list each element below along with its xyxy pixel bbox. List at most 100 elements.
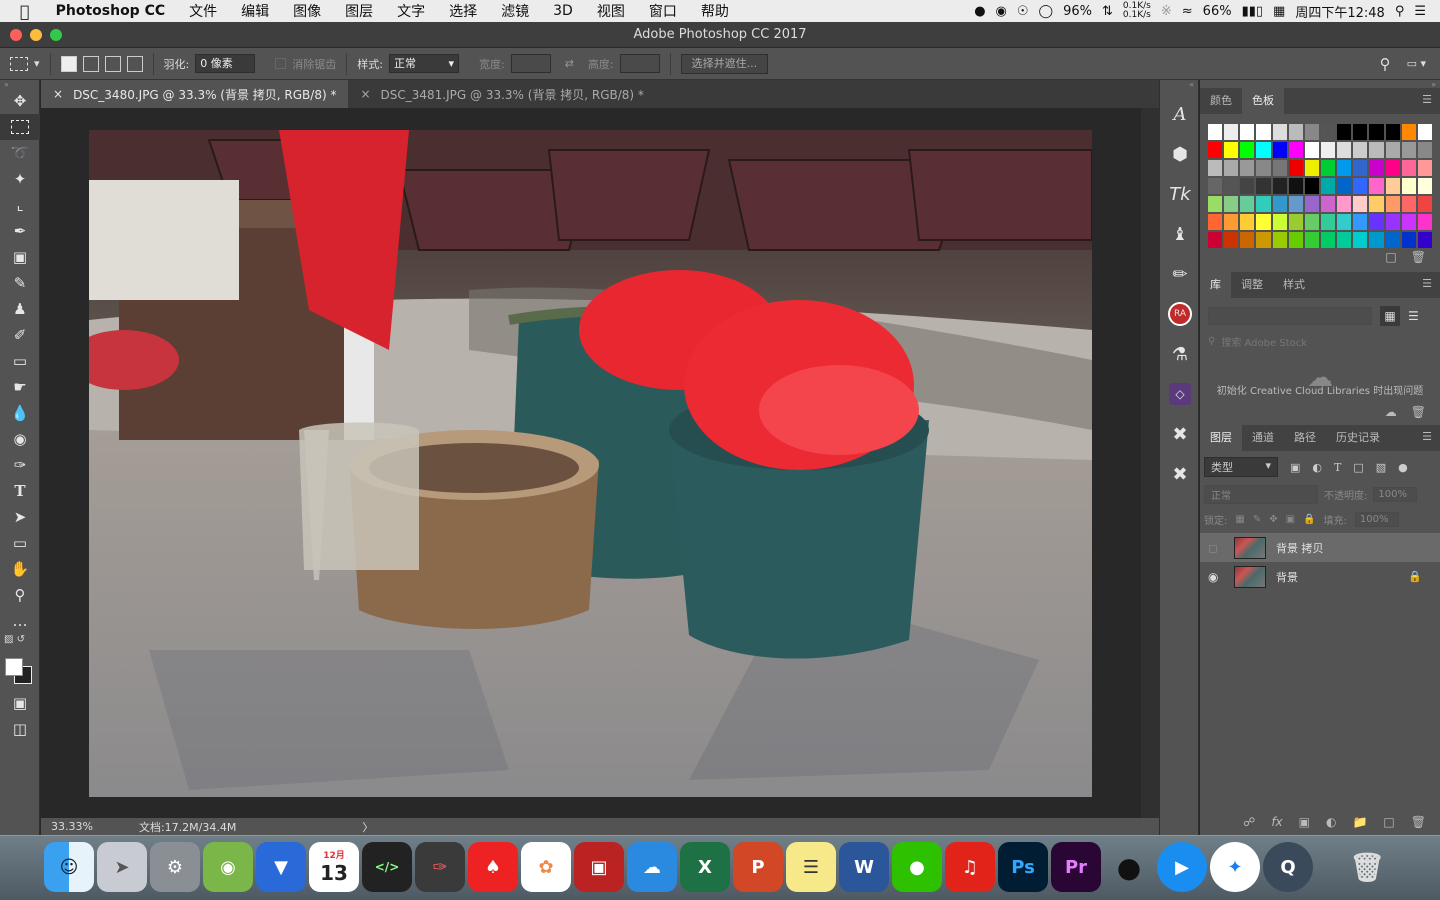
battery-percent[interactable]: 96% bbox=[1063, 4, 1092, 19]
ra-plugin-icon[interactable]: RA bbox=[1160, 294, 1200, 334]
swatch[interactable] bbox=[1304, 142, 1319, 158]
swatch[interactable] bbox=[1256, 232, 1271, 248]
swatch[interactable] bbox=[1288, 124, 1303, 140]
trash-icon[interactable]: 🗑 bbox=[1411, 250, 1426, 270]
swatch[interactable] bbox=[1256, 214, 1271, 230]
menu-type[interactable]: 文字 bbox=[385, 1, 437, 21]
swatch[interactable] bbox=[1288, 232, 1303, 248]
tab-libraries[interactable]: 库 bbox=[1200, 272, 1231, 298]
clone-source-icon[interactable]: ♝ bbox=[1160, 214, 1200, 254]
new-group-icon[interactable]: 📁 bbox=[1352, 815, 1367, 835]
swatch[interactable] bbox=[1353, 196, 1368, 212]
apple-menu-icon[interactable]:  bbox=[0, 2, 44, 21]
scissors-alt-icon[interactable]: ✖ bbox=[1160, 454, 1200, 494]
history-brush-tool-icon[interactable]: ✐ bbox=[0, 322, 40, 348]
healing-brush-tool-icon[interactable]: ▣ bbox=[0, 244, 40, 270]
swatch[interactable] bbox=[1256, 142, 1271, 158]
lock-position-icon[interactable]: ✥ bbox=[1269, 514, 1277, 525]
swatch[interactable] bbox=[1385, 214, 1400, 230]
android-icon[interactable]: ◉ bbox=[203, 842, 253, 892]
swatch[interactable] bbox=[1337, 142, 1352, 158]
wechat-icon[interactable]: ● bbox=[892, 842, 942, 892]
3d-panel-icon[interactable]: ⬢ bbox=[1160, 134, 1200, 174]
menu-layer[interactable]: 图层 bbox=[333, 1, 385, 21]
collapse-icon[interactable]: » bbox=[0, 80, 39, 89]
swatch[interactable] bbox=[1288, 214, 1303, 230]
notification-center-icon[interactable]: ☰ bbox=[1414, 4, 1426, 19]
bluetooth-icon[interactable]: ※ bbox=[1161, 4, 1172, 19]
blur-tool-icon[interactable]: 💧 bbox=[0, 400, 40, 426]
swatch[interactable] bbox=[1320, 214, 1336, 230]
swatch[interactable] bbox=[1401, 196, 1416, 212]
opacity-input[interactable]: 100% bbox=[1373, 487, 1418, 502]
swatch[interactable] bbox=[1288, 142, 1303, 158]
path-selection-tool-icon[interactable]: ➤ bbox=[0, 504, 40, 530]
swatch[interactable] bbox=[1417, 178, 1432, 194]
battery-level[interactable]: 66% bbox=[1203, 4, 1232, 19]
swatch[interactable] bbox=[1224, 160, 1239, 176]
quick-mask-icon[interactable]: ▣ bbox=[0, 690, 40, 716]
workspace-icon[interactable]: ▭ ▾ bbox=[1407, 57, 1426, 70]
vertical-scrollbar[interactable] bbox=[1141, 108, 1159, 818]
layer-style-icon[interactable]: fx bbox=[1271, 815, 1282, 835]
fill-input[interactable]: 100% bbox=[1354, 512, 1399, 527]
swatch[interactable] bbox=[1353, 142, 1368, 158]
rectangle-tool-icon[interactable]: ▭ bbox=[0, 530, 40, 556]
swatch[interactable] bbox=[1256, 160, 1271, 176]
video-player-icon[interactable]: ▶ bbox=[1157, 842, 1207, 892]
swatch[interactable] bbox=[1272, 196, 1287, 212]
swatch[interactable] bbox=[1208, 142, 1223, 158]
swatch[interactable] bbox=[1272, 232, 1287, 248]
lock-all-icon[interactable]: 🔒 bbox=[1303, 514, 1315, 525]
tab-history[interactable]: 历史记录 bbox=[1326, 425, 1390, 451]
panel-menu-icon[interactable]: ☰ bbox=[1422, 272, 1432, 296]
swatch[interactable] bbox=[1337, 178, 1352, 194]
lock-transparent-icon[interactable]: ▦ bbox=[1235, 514, 1244, 525]
adjustment-layer-icon[interactable]: ◐ bbox=[1326, 815, 1336, 835]
safari-icon[interactable]: ✦ bbox=[1210, 842, 1260, 892]
add-mask-icon[interactable]: ▣ bbox=[1299, 815, 1310, 835]
swatch[interactable] bbox=[1208, 196, 1223, 212]
tab-adjustments[interactable]: 调整 bbox=[1231, 272, 1273, 298]
trash-icon[interactable]: 🗑 bbox=[1411, 405, 1426, 425]
pen-tool-icon[interactable]: ✑ bbox=[0, 452, 40, 478]
swatch[interactable] bbox=[1320, 196, 1336, 212]
canvas[interactable] bbox=[41, 108, 1141, 818]
default-colors-icon[interactable]: ▨ ↺ bbox=[0, 634, 39, 656]
battery-icon[interactable]: ▮▮▯ bbox=[1242, 4, 1263, 19]
brush-tool-icon[interactable]: ✎ bbox=[0, 270, 40, 296]
swatch[interactable] bbox=[1369, 124, 1384, 140]
swatch[interactable] bbox=[1320, 142, 1336, 158]
tab-color[interactable]: 颜色 bbox=[1200, 88, 1242, 114]
swatch[interactable] bbox=[1401, 178, 1416, 194]
swatch[interactable] bbox=[1369, 178, 1384, 194]
antialias-checkbox[interactable] bbox=[275, 58, 287, 69]
swatch[interactable] bbox=[1224, 232, 1239, 248]
swatch[interactable] bbox=[1272, 178, 1287, 194]
magic-wand-tool-icon[interactable]: ✦ bbox=[0, 166, 40, 192]
photo-booth-icon[interactable]: ▣ bbox=[574, 842, 624, 892]
swatch[interactable] bbox=[1385, 178, 1400, 194]
list-view-icon[interactable]: ☰ bbox=[1408, 309, 1419, 323]
feather-input[interactable]: 0 像素 bbox=[195, 54, 256, 73]
tool-presets-icon[interactable]: ⚗ bbox=[1160, 334, 1200, 374]
swatch[interactable] bbox=[1256, 124, 1271, 140]
link-layers-icon[interactable]: ☍ bbox=[1243, 815, 1255, 835]
terminal-icon[interactable]: </> bbox=[362, 842, 412, 892]
blend-mode-select[interactable]: 正常 bbox=[1204, 485, 1318, 504]
filter-pixel-icon[interactable]: ▣ bbox=[1290, 461, 1300, 474]
height-input[interactable] bbox=[619, 54, 660, 73]
status-arrow-icon[interactable]: 〉 bbox=[362, 819, 373, 835]
menu-filter[interactable]: 滤镜 bbox=[489, 1, 541, 21]
trash-can-icon[interactable]: 🗑 bbox=[1342, 842, 1392, 892]
swatch[interactable] bbox=[1385, 160, 1400, 176]
stock-search-input[interactable]: 搜索 Adobe Stock bbox=[1221, 334, 1307, 349]
swatch[interactable] bbox=[1369, 214, 1384, 230]
swatch[interactable] bbox=[1417, 124, 1432, 140]
cloud-sync-icon[interactable]: ☁ bbox=[1385, 405, 1397, 425]
search-icon[interactable]: ⚲ bbox=[1380, 55, 1391, 73]
network-speed[interactable]: 0.1K/s 0.1K/s bbox=[1123, 2, 1151, 20]
character-panel-icon[interactable]: A bbox=[1160, 94, 1200, 134]
swatch[interactable] bbox=[1417, 142, 1432, 158]
swatch[interactable] bbox=[1369, 232, 1384, 248]
